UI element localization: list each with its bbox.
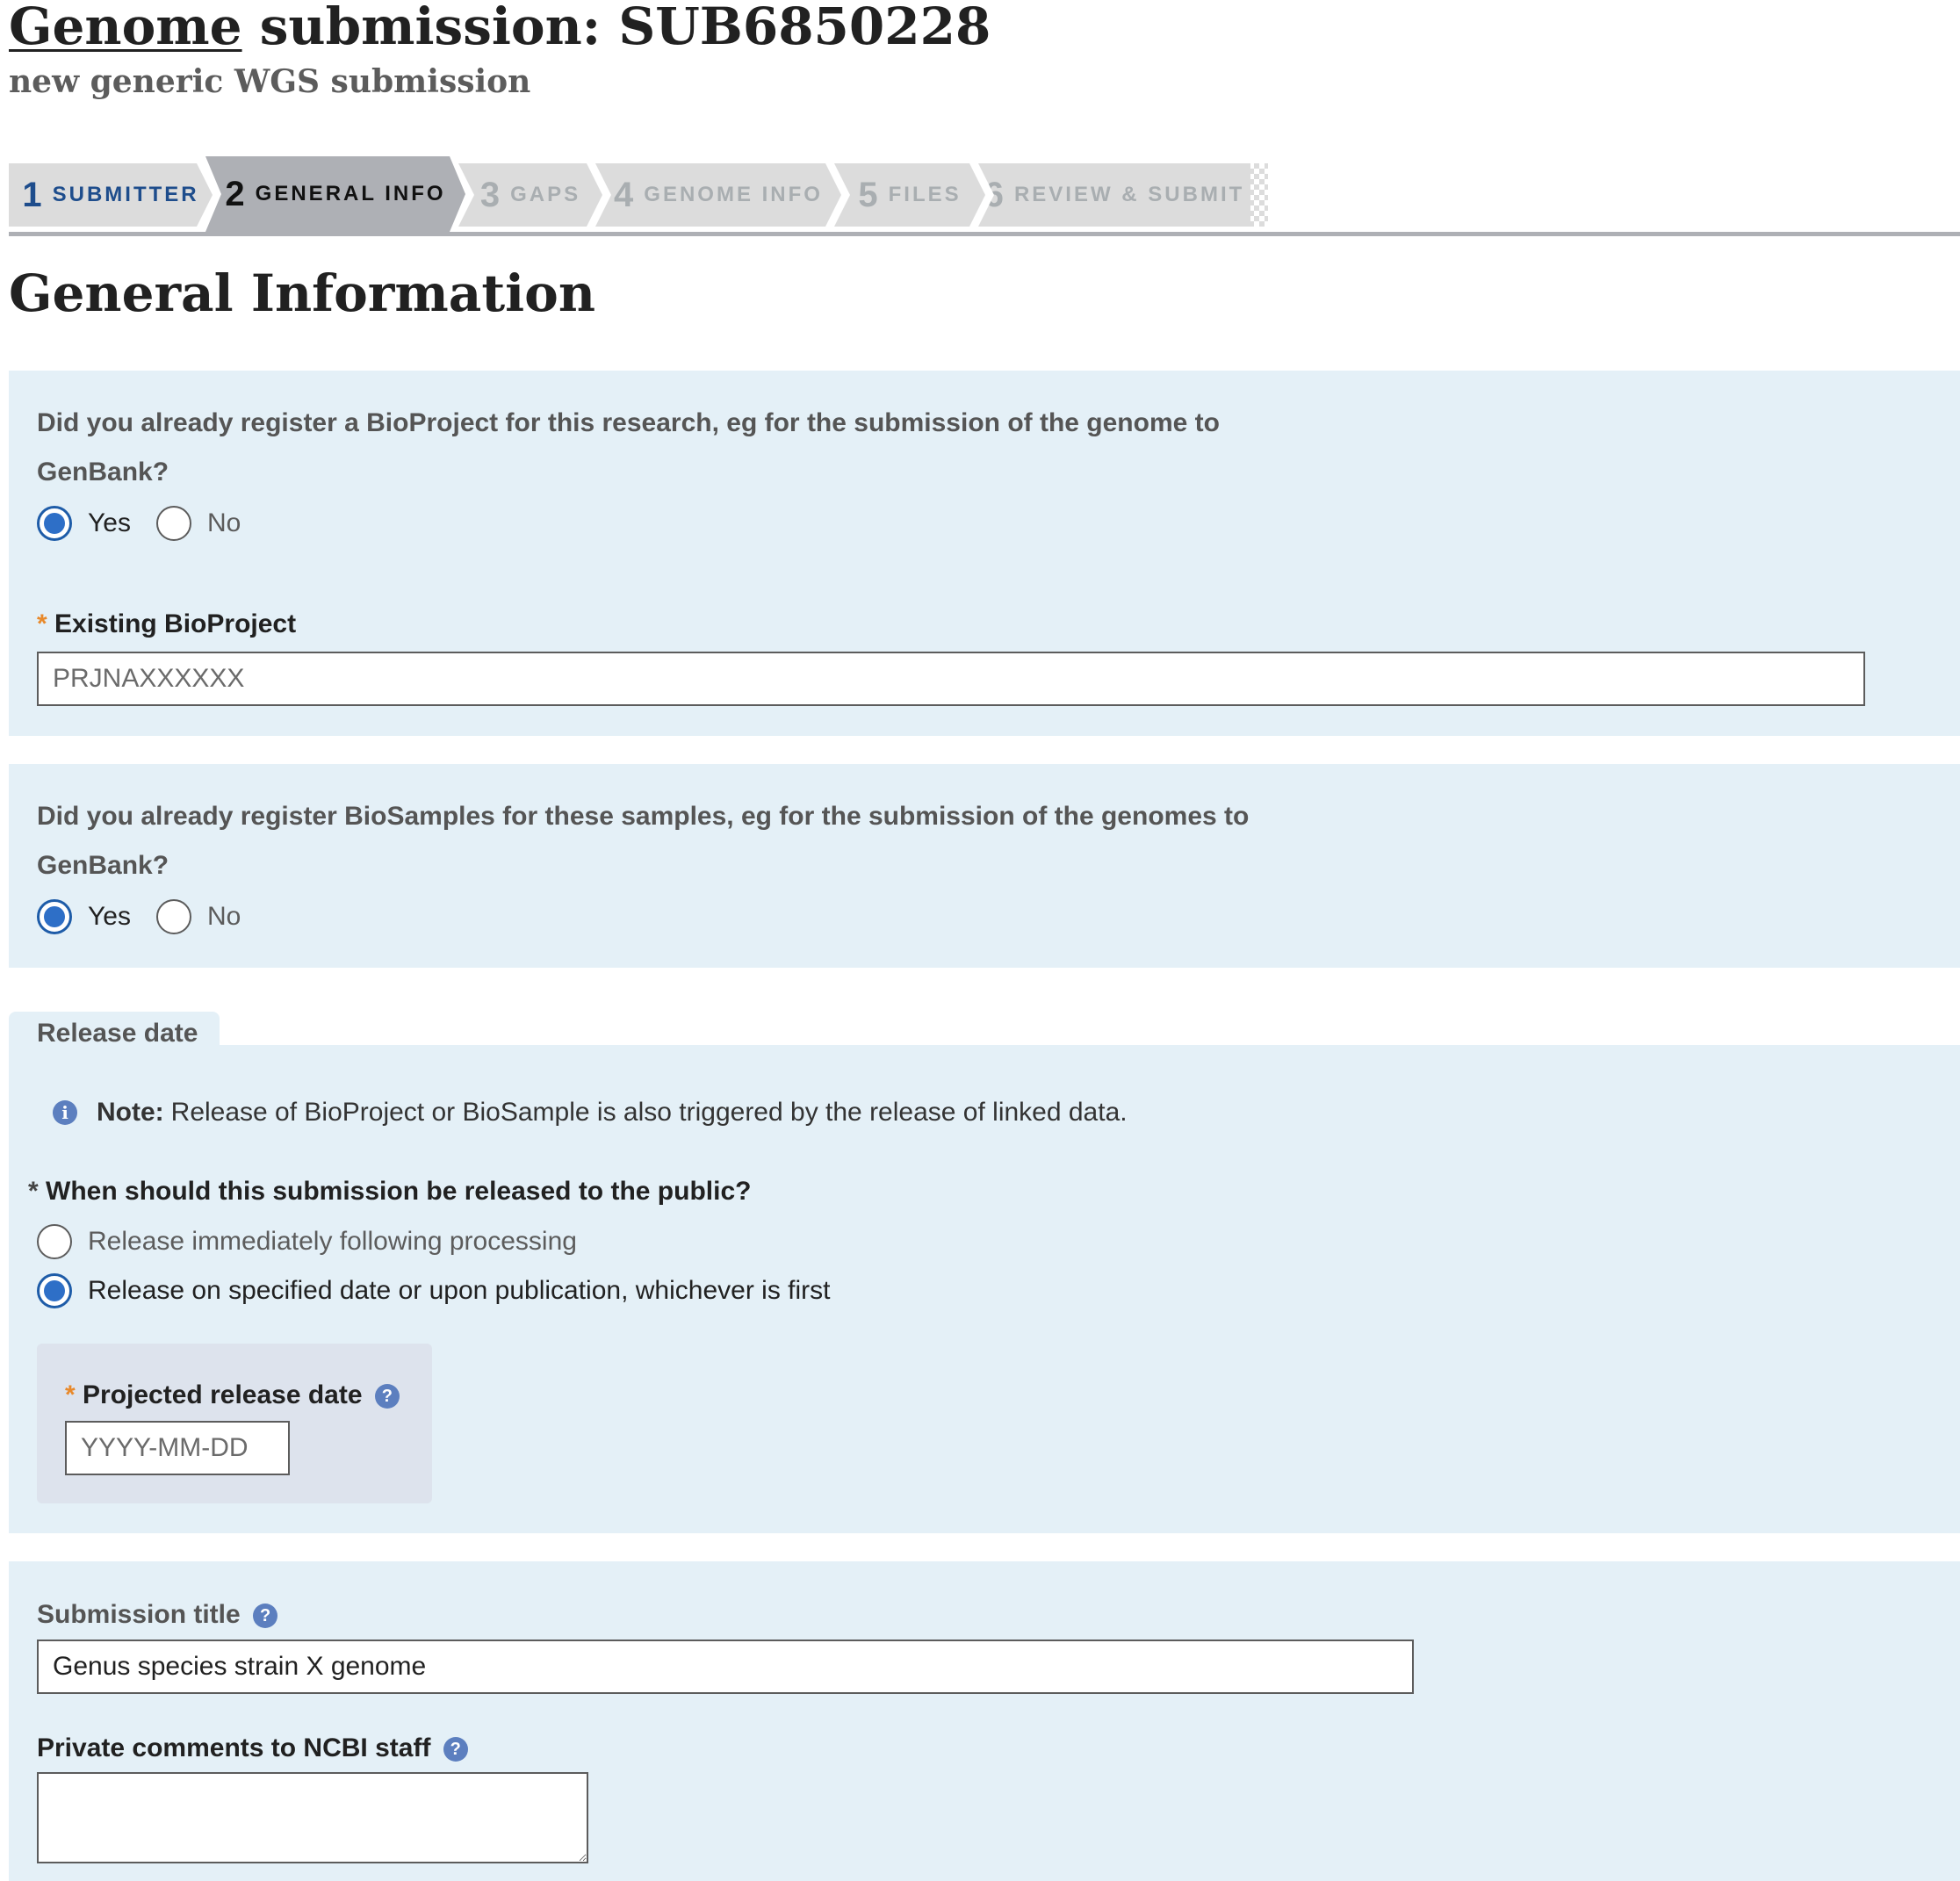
step-number: 6 xyxy=(984,175,1004,214)
bioproject-no-label: No xyxy=(207,508,241,537)
release-question: * When should this submission be release… xyxy=(28,1177,751,1207)
biosample-no-option[interactable]: No xyxy=(156,899,241,934)
wizard-steps: 1 SUBMITTER 2 GENERAL INFO 3 GAPS 4 GENO… xyxy=(9,156,1268,232)
release-on-date-label: Release on specified date or upon public… xyxy=(88,1276,831,1305)
existing-bioproject-label-text: Existing BioProject xyxy=(54,609,297,638)
help-icon[interactable]: ? xyxy=(443,1737,468,1762)
bioproject-yes-label: Yes xyxy=(88,508,131,537)
private-comments-label-text: Private comments to NCBI staff xyxy=(37,1733,431,1762)
help-icon[interactable]: ? xyxy=(253,1604,278,1628)
bioproject-yes-radio[interactable] xyxy=(37,506,72,541)
existing-bioproject-label: * Existing BioProject xyxy=(37,609,296,639)
projected-release-date-input[interactable] xyxy=(65,1421,290,1475)
page-title: Genome submission: SUB6850228 xyxy=(9,0,991,56)
page-title-text: submission: SUB6850228 xyxy=(259,0,991,56)
biosample-yes-radio[interactable] xyxy=(37,899,72,934)
release-immediately-radio[interactable] xyxy=(37,1224,72,1259)
page-subtitle: new generic WGS submission xyxy=(9,63,531,100)
step-gaps[interactable]: 3 GAPS xyxy=(458,163,602,227)
step-label: SUBMITTER xyxy=(52,183,199,206)
help-icon[interactable]: ? xyxy=(374,1384,400,1409)
bioproject-question-line2: GenBank? xyxy=(37,458,169,486)
step-submitter[interactable]: 1 SUBMITTER xyxy=(9,163,213,227)
biosample-no-label: No xyxy=(207,902,241,931)
step-general-info[interactable]: 2 GENERAL INFO xyxy=(205,156,465,232)
step-number: 1 xyxy=(22,175,42,214)
step-number: 2 xyxy=(225,174,245,213)
release-date-tab: Release date xyxy=(9,1012,220,1048)
release-question-text: When should this submission be released … xyxy=(46,1177,752,1206)
bioproject-no-radio[interactable] xyxy=(156,506,191,541)
info-icon: i xyxy=(53,1100,77,1125)
note-bold: Note: xyxy=(97,1098,164,1127)
biosample-yes-label: Yes xyxy=(88,902,131,931)
release-on-date-option[interactable]: Release on specified date or upon public… xyxy=(37,1273,830,1308)
projected-release-date-text: Projected release date xyxy=(83,1380,363,1409)
submission-title-input[interactable] xyxy=(37,1640,1414,1694)
step-label: FILES xyxy=(888,183,962,206)
existing-bioproject-input[interactable] xyxy=(37,652,1865,706)
step-genome-info[interactable]: 4 GENOME INFO xyxy=(595,163,841,227)
required-star-icon: * xyxy=(28,1177,39,1206)
genome-link[interactable]: Genome xyxy=(9,0,242,56)
required-star-icon: * xyxy=(37,609,47,638)
step-number: 4 xyxy=(614,175,634,214)
step-label: REVIEW & SUBMIT xyxy=(1013,183,1245,206)
release-on-date-radio[interactable] xyxy=(37,1273,72,1308)
biosample-question: Did you already register BioSamples for … xyxy=(37,792,1249,890)
step-label: GENOME INFO xyxy=(644,183,823,206)
biosample-yes-option[interactable]: Yes xyxy=(37,899,131,934)
release-note: i Note: Release of BioProject or BioSamp… xyxy=(53,1098,1128,1128)
release-immediately-label: Release immediately following processing xyxy=(88,1227,577,1256)
step-number: 5 xyxy=(858,175,878,214)
steps-tail-pattern xyxy=(1249,163,1268,227)
bioproject-panel: Did you already register a BioProject fo… xyxy=(9,371,1960,736)
bioproject-no-option[interactable]: No xyxy=(156,506,241,541)
private-comments-label: Private comments to NCBI staff ? xyxy=(37,1733,468,1763)
required-star-icon: * xyxy=(65,1380,76,1409)
biosample-question-line2: GenBank? xyxy=(37,851,169,880)
step-number: 3 xyxy=(479,175,501,214)
step-files[interactable]: 5 FILES xyxy=(834,163,985,227)
release-date-tab-label: Release date xyxy=(37,1019,198,1048)
release-date-box: * Projected release date ? xyxy=(37,1344,432,1503)
section-heading: General Information xyxy=(9,263,595,323)
biosample-panel: Did you already register BioSamples for … xyxy=(9,764,1960,968)
projected-release-date-label: * Projected release date ? xyxy=(65,1380,400,1410)
biosample-question-line1: Did you already register BioSamples for … xyxy=(37,802,1250,831)
release-immediately-option[interactable]: Release immediately following processing xyxy=(37,1224,577,1259)
submission-title-label: Submission title ? xyxy=(37,1600,278,1630)
step-label: GENERAL INFO xyxy=(255,182,446,205)
submission-title-label-text: Submission title xyxy=(37,1600,241,1629)
bioproject-yes-option[interactable]: Yes xyxy=(37,506,131,541)
private-comments-textarea[interactable] xyxy=(37,1772,588,1863)
bioproject-question-line1: Did you already register a BioProject fo… xyxy=(37,408,1220,437)
step-review-submit[interactable]: 6 REVIEW & SUBMIT xyxy=(978,163,1250,227)
step-label: GAPS xyxy=(510,183,581,206)
steps-divider xyxy=(9,232,1960,236)
biosample-no-radio[interactable] xyxy=(156,899,191,934)
bioproject-question: Did you already register a BioProject fo… xyxy=(37,399,1220,497)
note-text: Release of BioProject or BioSample is al… xyxy=(170,1098,1128,1127)
